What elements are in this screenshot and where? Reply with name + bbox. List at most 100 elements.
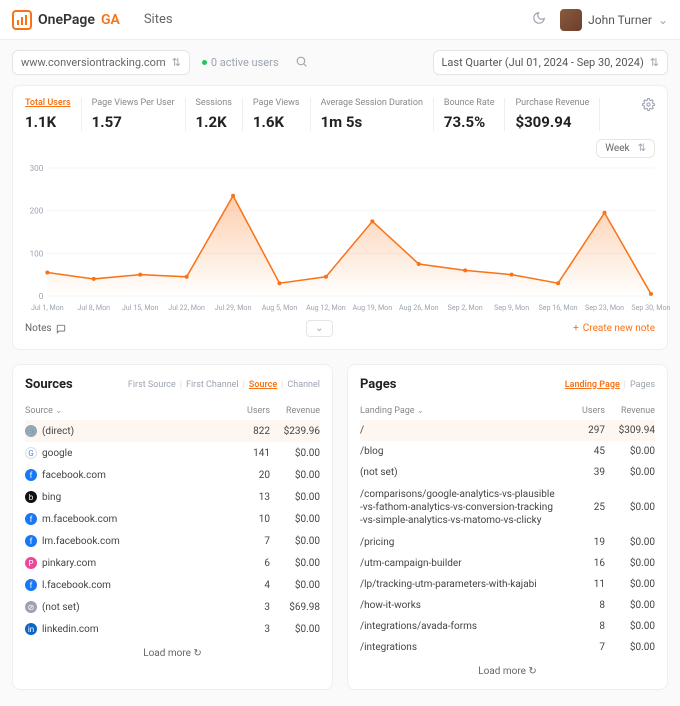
metric-value: 1.2K [196, 113, 232, 131]
users-value: 7 [220, 536, 270, 547]
source-name: m.facebook.com [42, 514, 117, 525]
metric[interactable]: Total Users1.1K [25, 98, 82, 131]
source-icon: f [25, 513, 37, 525]
table-row[interactable]: Ppinkary.com6$0.00 [25, 552, 320, 574]
column-header[interactable]: Landing Page ⌄ [360, 406, 555, 416]
svg-text:Aug 19, Mon: Aug 19, Mon [353, 303, 393, 312]
metric-label: Sessions [196, 98, 232, 108]
table-row[interactable]: Ggoogle141$0.00 [25, 442, 320, 464]
revenue-value: $0.00 [605, 579, 655, 590]
table-row[interactable]: /how-it-works8$0.00 [360, 595, 655, 616]
metric-label: Purchase Revenue [515, 98, 589, 108]
source-icon: 🔗 [25, 425, 37, 437]
status-dot [202, 60, 207, 65]
date-range-select[interactable]: Last Quarter (Jul 01, 2024 - Sep 30, 202… [433, 50, 669, 75]
revenue-value: $0.00 [270, 536, 320, 547]
create-note[interactable]: + Create new note [573, 323, 655, 334]
gear-icon[interactable] [642, 98, 655, 114]
table-row[interactable]: /integrations/avada-forms8$0.00 [360, 616, 655, 637]
table-row[interactable]: fl.facebook.com4$0.00 [25, 574, 320, 596]
users-value: 11 [555, 579, 605, 590]
svg-text:Aug 12, Mon: Aug 12, Mon [306, 303, 346, 312]
notes-label[interactable]: Notes [25, 323, 66, 334]
users-value: 20 [220, 470, 270, 481]
users-value: 13 [220, 492, 270, 503]
column-header[interactable]: Users [220, 406, 270, 416]
source-name: pinkary.com [42, 558, 96, 569]
table-row[interactable]: /blog45$0.00 [360, 441, 655, 462]
table-row[interactable]: /utm-campaign-builder16$0.00 [360, 553, 655, 574]
tab[interactable]: Source [249, 380, 277, 390]
users-value: 7 [555, 642, 605, 653]
period-select[interactable]: Week ⇅ [596, 139, 655, 158]
metric[interactable]: Bounce Rate73.5% [434, 98, 506, 131]
notes-expand[interactable]: ⌄ [306, 320, 332, 337]
table-row[interactable]: /integrations7$0.00 [360, 637, 655, 658]
brand-suffix: GA [101, 12, 120, 28]
user-menu[interactable]: John Turner ⌄ [560, 9, 668, 31]
users-value: 6 [220, 558, 270, 569]
revenue-value: $0.00 [605, 537, 655, 548]
page-name: /how-it-works [360, 600, 421, 611]
load-more[interactable]: Load more ↻ [360, 666, 655, 677]
svg-text:200: 200 [30, 207, 44, 216]
svg-text:0: 0 [39, 292, 44, 301]
metric[interactable]: Sessions 1.2K [186, 98, 243, 131]
svg-text:Jul 22, Mon: Jul 22, Mon [168, 303, 205, 312]
logo-icon [12, 10, 32, 30]
theme-toggle[interactable] [532, 11, 546, 28]
tab[interactable]: Landing Page [565, 380, 620, 390]
table-row[interactable]: inlinkedin.com3$0.00 [25, 618, 320, 640]
page-name: /comparisons/google-analytics-vs-plausib… [360, 488, 555, 527]
svg-text:300: 300 [30, 164, 44, 173]
column-header[interactable]: Users [555, 406, 605, 416]
users-value: 10 [220, 514, 270, 525]
source-icon: P [25, 557, 37, 569]
users-value: 3 [220, 602, 270, 613]
table-row[interactable]: 🔗(direct)822$239.96 [25, 420, 320, 442]
tab[interactable]: Channel [287, 380, 320, 390]
table-row[interactable]: ffacebook.com20$0.00 [25, 464, 320, 486]
users-value: 8 [555, 621, 605, 632]
table-row[interactable]: /297$309.94 [360, 420, 655, 441]
metric[interactable]: Purchase Revenue $309.94 [505, 98, 600, 131]
table-row[interactable]: (not set)39$0.00 [360, 462, 655, 483]
revenue-value: $0.00 [270, 470, 320, 481]
table-row[interactable]: /lp/tracking-utm-parameters-with-kajabi1… [360, 574, 655, 595]
metric-value: 1m 5s [321, 113, 423, 131]
table-row[interactable]: fm.facebook.com10$0.00 [25, 508, 320, 530]
logo[interactable]: OnePageGA [12, 10, 120, 30]
svg-text:100: 100 [30, 249, 44, 258]
metric[interactable]: Average Session Duration1m 5s [311, 98, 434, 131]
table-row[interactable]: flm.facebook.com7$0.00 [25, 530, 320, 552]
metric-value: $309.94 [515, 113, 589, 131]
revenue-value: $0.00 [605, 600, 655, 611]
svg-text:Sep 30, Mon: Sep 30, Mon [631, 303, 670, 312]
users-value: 141 [220, 448, 270, 459]
table-row[interactable]: bbing13$0.00 [25, 486, 320, 508]
source-name: (direct) [42, 426, 74, 437]
nav-sites[interactable]: Sites [144, 12, 173, 27]
table-row[interactable]: ⊘(not set)3$69.98 [25, 596, 320, 618]
svg-text:Jul 1, Mon: Jul 1, Mon [31, 303, 64, 312]
pages-panel: Pages Landing Page|Pages Landing Page ⌄ … [347, 364, 668, 690]
domain-select[interactable]: www.conversiontracking.com ⇅ [12, 50, 190, 75]
date-range-text: Last Quarter (Jul 01, 2024 - Sep 30, 202… [442, 56, 644, 69]
table-row[interactable]: /comparisons/google-analytics-vs-plausib… [360, 483, 655, 532]
metric-value: 1.6K [253, 113, 300, 131]
metric[interactable]: Page Views1.6K [243, 98, 311, 131]
table-row[interactable]: /pricing19$0.00 [360, 532, 655, 553]
column-header[interactable]: Source ⌄ [25, 406, 220, 416]
tab[interactable]: Pages [630, 380, 655, 390]
tab[interactable]: First Channel [186, 380, 239, 390]
column-header[interactable]: Revenue [605, 406, 655, 416]
load-more[interactable]: Load more ↻ [25, 648, 320, 659]
metric[interactable]: Page Views Per User1.57 [82, 98, 186, 131]
tab[interactable]: First Source [128, 380, 176, 390]
column-header[interactable]: Revenue [270, 406, 320, 416]
source-icon: f [25, 535, 37, 547]
active-users: 0 active users [202, 56, 279, 69]
revenue-value: $0.00 [270, 492, 320, 503]
search-icon[interactable] [295, 55, 308, 71]
metric-label: Bounce Rate [444, 98, 495, 108]
